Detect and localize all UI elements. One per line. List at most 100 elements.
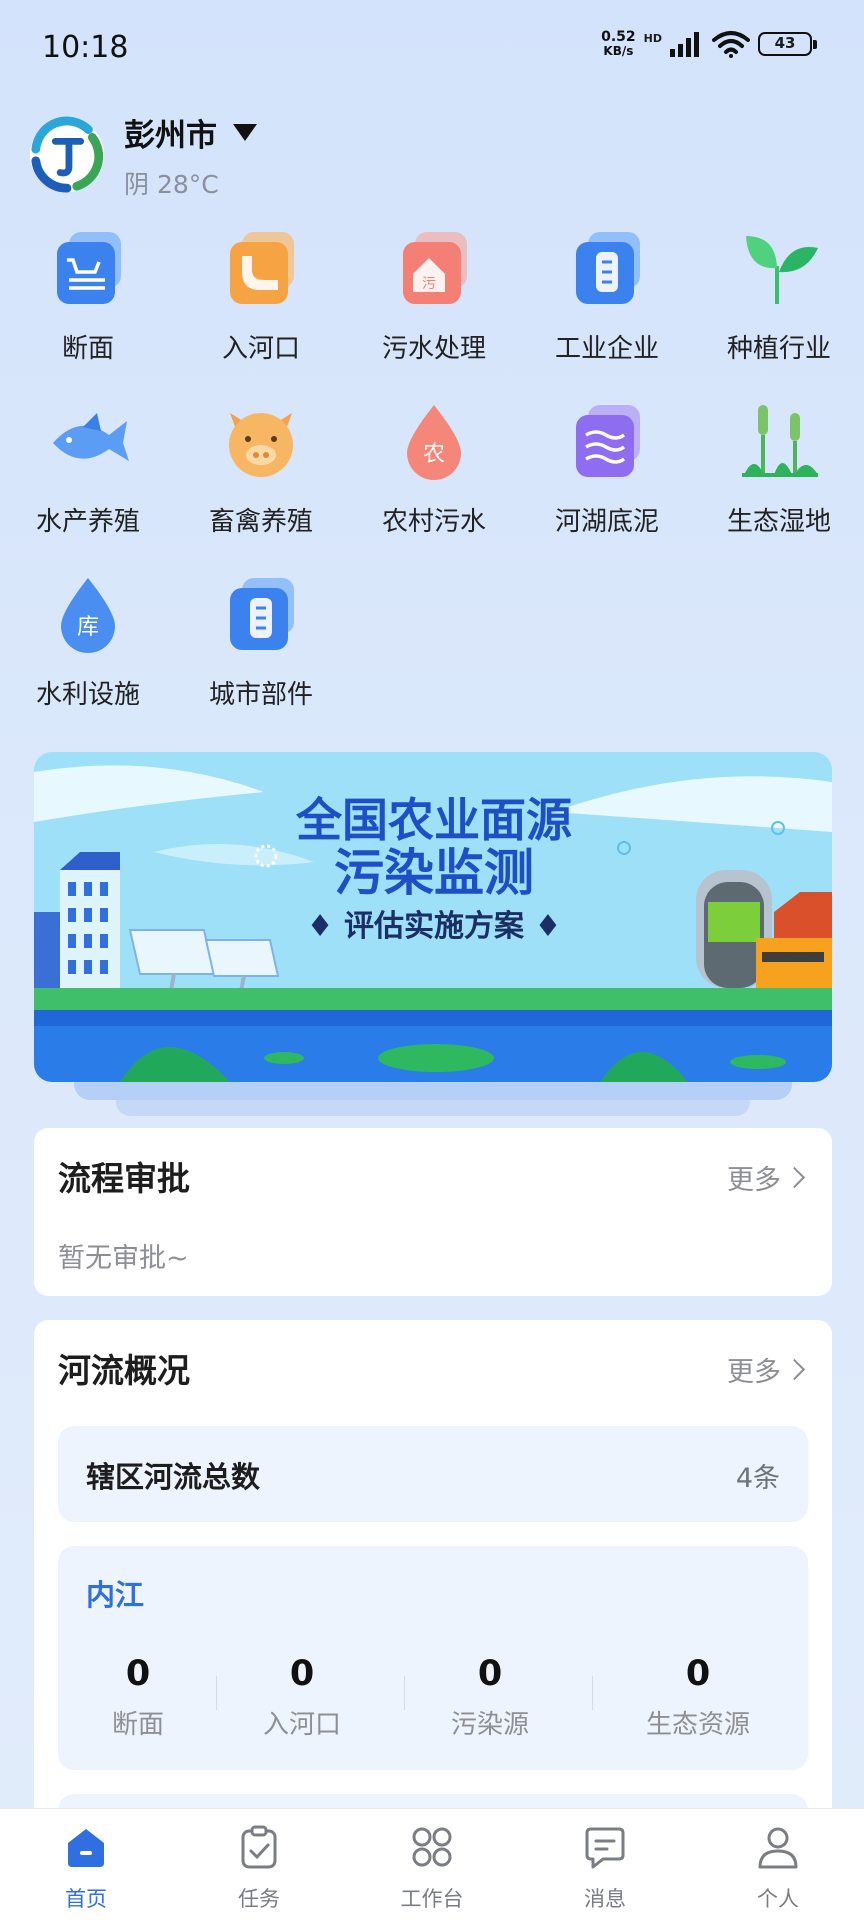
grid-item-cross-section[interactable]: 断面 [13, 222, 163, 365]
stat-river-outlet: 0 入河口 [252, 1654, 352, 1741]
sprout-icon [746, 236, 818, 304]
stat-label: 生态资源 [645, 1710, 750, 1740]
grid-label: 入河口 [221, 334, 300, 364]
network-speed-unit: KB/s [603, 44, 634, 58]
banner-title-line1: 全国农业面源 [295, 793, 572, 847]
chevron-right-icon [783, 1358, 806, 1381]
tab-tasks[interactable]: 任务 [199, 1823, 319, 1913]
stat-label: 断面 [111, 1710, 164, 1740]
tab-label: 工作台 [400, 1887, 464, 1911]
grid-item-water-facilities[interactable]: 库 水利设施 [13, 568, 163, 711]
hd-indicator: HD [643, 32, 662, 45]
banner-title-line2: 污染监测 [334, 844, 534, 902]
more-label: 更多 [727, 1165, 781, 1196]
stat-value: 0 [289, 1654, 315, 1694]
stat-label: 入河口 [262, 1710, 341, 1740]
grid-label: 工业企业 [554, 334, 659, 364]
grid-label: 河湖底泥 [554, 507, 659, 537]
tab-messages[interactable]: 消息 [545, 1823, 665, 1913]
river-title: 河流概况 [58, 1351, 190, 1390]
dropdown-arrow-icon [233, 123, 257, 141]
more-label: 更多 [727, 1357, 781, 1388]
chevron-right-icon [783, 1166, 806, 1189]
rural-sewage-drop-icon: 农 [407, 405, 461, 480]
weather-text: 阴 28°C [124, 169, 219, 199]
grid-label: 污水处理 [381, 334, 486, 364]
grid-item-planting[interactable]: 种植行业 [704, 222, 854, 365]
tab-label: 任务 [238, 1887, 280, 1911]
grid-label: 断面 [61, 334, 114, 364]
stat-divider [592, 1676, 593, 1710]
river-name: 内江 [86, 1578, 145, 1612]
stat-divider [404, 1676, 405, 1710]
reservoir-drop-icon: 库 [61, 578, 115, 653]
promo-banner[interactable]: 全国农业面源 污染监测 ♦ 评估实施方案 ♦ [34, 752, 832, 1082]
grid-item-sewage-treatment[interactable]: 污 污水处理 [359, 222, 509, 365]
river-outlet-icon [230, 232, 294, 304]
status-bar: 10:18 0.52 KB/s HD 43 [0, 0, 864, 100]
pig-icon [229, 413, 293, 477]
grid-label: 城市部件 [208, 680, 313, 710]
stat-value: 0 [685, 1654, 711, 1694]
message-icon [585, 1827, 625, 1869]
river-item-neijiang[interactable]: 内江 0 断面 0 入河口 0 污染源 0 生态资源 [58, 1546, 808, 1770]
grid-label: 畜禽养殖 [208, 507, 313, 537]
grid-label: 水利设施 [35, 680, 140, 710]
status-time: 10:18 [42, 30, 129, 65]
grid-item-river-outlet[interactable]: 入河口 [186, 222, 336, 365]
home-icon [68, 1829, 104, 1867]
stat-label: 污染源 [450, 1710, 529, 1740]
wifi-icon [712, 31, 750, 58]
location-header: 彭州市 阴 28°C [28, 110, 257, 199]
reservoir-drop-char: 库 [77, 615, 99, 640]
grid-label: 水产养殖 [35, 507, 140, 537]
grid-apps-icon [412, 1827, 452, 1867]
bottom-tab-bar: 首页 任务 工作台 消息 个人 [0, 1808, 864, 1920]
approval-more-link[interactable]: 更多 [727, 1158, 806, 1197]
grid-item-aquaculture[interactable]: 水产养殖 [13, 395, 163, 538]
app-logo [29, 116, 105, 193]
stat-cross-section: 0 断面 [88, 1654, 188, 1741]
industrial-enterprise-icon [576, 232, 640, 304]
signal-icon [670, 32, 699, 57]
person-icon [758, 1827, 798, 1869]
grid-item-city-component[interactable]: 城市部件 [186, 568, 336, 711]
stat-eco-resource: 0 生态资源 [628, 1654, 768, 1741]
stat-value: 0 [125, 1654, 151, 1694]
river-total-label: 辖区河流总数 [86, 1460, 261, 1494]
grid-item-wetland[interactable]: 生态湿地 [704, 395, 854, 538]
river-total-value: 4条 [735, 1463, 780, 1494]
stat-value: 0 [477, 1654, 503, 1694]
stat-pollution-source: 0 污染源 [440, 1654, 540, 1741]
grid-item-livestock[interactable]: 畜禽养殖 [186, 395, 336, 538]
grid-item-industrial-enterprise[interactable]: 工业企业 [532, 222, 682, 365]
network-speed: 0.52 KB/s [601, 30, 636, 58]
fish-icon [53, 413, 129, 461]
tab-profile[interactable]: 个人 [718, 1823, 838, 1913]
wetland-reeds-icon [742, 405, 818, 477]
tab-label: 消息 [584, 1887, 626, 1911]
banner-subtitle: ♦ 评估实施方案 ♦ [307, 909, 562, 944]
rural-drop-char: 农 [423, 442, 445, 467]
grid-item-rural-sewage[interactable]: 农 农村污水 [359, 395, 509, 538]
tab-workbench[interactable]: 工作台 [372, 1823, 492, 1913]
tab-label: 首页 [65, 1887, 107, 1911]
river-more-link[interactable]: 更多 [727, 1350, 806, 1389]
approval-card: 流程审批 更多 暂无审批~ [34, 1128, 832, 1296]
city-name: 彭州市 [124, 117, 217, 154]
grid-item-sediment[interactable]: 河湖底泥 [532, 395, 682, 538]
tab-home[interactable]: 首页 [26, 1823, 146, 1913]
stat-divider [216, 1676, 217, 1710]
grid-label: 生态湿地 [726, 507, 831, 537]
sewage-char: 污 [422, 276, 436, 292]
clipboard-icon [241, 1825, 277, 1869]
city-component-icon [230, 578, 294, 650]
city-selector[interactable]: 彭州市 [124, 110, 257, 155]
status-icons: 0.52 KB/s HD 43 [601, 30, 817, 58]
banner-illustration: 全国农业面源 污染监测 ♦ 评估实施方案 ♦ [34, 752, 832, 1082]
river-total-row: 辖区河流总数 4条 [58, 1426, 808, 1522]
network-speed-value: 0.52 [601, 29, 636, 45]
approval-title: 流程审批 [58, 1159, 190, 1198]
cross-section-icon [57, 232, 121, 304]
battery-icon: 43 [758, 32, 817, 56]
